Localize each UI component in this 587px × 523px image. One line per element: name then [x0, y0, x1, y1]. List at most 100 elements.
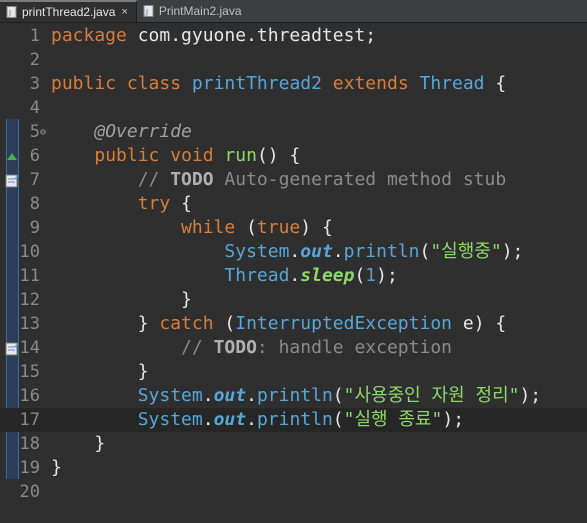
line-number: 18	[19, 434, 40, 454]
tab-printthread2-java[interactable]: J printThread2.java ×	[0, 0, 137, 22]
line-number: 13	[19, 314, 40, 334]
code-token: //	[137, 169, 171, 190]
code-token: .	[202, 409, 214, 430]
line-number: 19	[19, 458, 40, 478]
line-number: 7	[29, 170, 40, 190]
code-text: public class printThread2 extends Thread…	[51, 72, 506, 96]
code-line[interactable]: 13 } catch (InterruptedException e) {	[0, 312, 587, 336]
code-text: System.out.println("사용중인 자원 정리");	[51, 384, 541, 408]
override-triangle-icon[interactable]	[5, 149, 19, 163]
line-number: 1	[29, 26, 40, 46]
code-token: (	[213, 313, 236, 334]
code-text: System.out.println("실행 종료");	[51, 408, 464, 432]
code-token: out	[213, 409, 247, 430]
code-token: Thread	[419, 73, 485, 94]
code-line[interactable]: 1 package com.gyuone.threadtest;	[0, 24, 587, 48]
editor-tab-bar: J printThread2.java × J PrintMain2.java	[0, 0, 587, 23]
code-text: System.out.println("실행중");	[51, 240, 523, 264]
code-line[interactable]: 12 }	[0, 288, 587, 312]
code-token: System	[137, 385, 203, 406]
code-line[interactable]: 11 Thread.sleep(1);	[0, 264, 587, 288]
code-line[interactable]: 17 System.out.println("실행 종료");	[0, 408, 587, 432]
code-line[interactable]: 4	[0, 96, 587, 120]
code-text: Thread.sleep(1);	[51, 264, 397, 288]
code-line[interactable]: 5 ⊖ @Override	[0, 120, 587, 144]
close-tab-icon[interactable]: ×	[121, 6, 127, 18]
code-token: //	[181, 337, 214, 358]
code-token: System	[224, 241, 290, 262]
tab-label: printThread2.java	[22, 5, 116, 19]
code-token: out	[213, 385, 247, 406]
code-editor[interactable]: 1 package com.gyuone.threadtest; 2 3 public …	[0, 23, 587, 523]
code-token: try	[137, 193, 171, 214]
code-text: try {	[51, 192, 192, 216]
code-line[interactable]: 18 }	[0, 432, 587, 456]
code-text: }	[51, 288, 192, 312]
code-token: .	[289, 265, 301, 286]
code-token: Thread	[224, 265, 290, 286]
code-token: {	[484, 73, 507, 94]
line-number: 10	[19, 242, 40, 262]
code-text: while (true) {	[51, 216, 333, 240]
line-number: 2	[29, 50, 40, 70]
code-text: } catch (InterruptedException e) {	[51, 312, 507, 336]
code-token: public	[51, 73, 117, 94]
code-token: void	[170, 145, 214, 166]
code-token: while	[181, 217, 236, 238]
code-token: (	[419, 241, 431, 262]
task-marker-icon[interactable]	[5, 173, 19, 188]
line-number: 9	[29, 218, 40, 238]
fold-toggle-icon[interactable]: ⊖	[40, 121, 46, 145]
code-line[interactable]: 2	[0, 48, 587, 72]
code-line[interactable]: 10 System.out.println("실행중");	[0, 240, 587, 264]
code-text: @Override	[51, 120, 192, 144]
code-token: }	[51, 313, 160, 334]
code-line[interactable]: 7 // TODO Auto-generated method stub	[0, 168, 587, 192]
code-token: (	[235, 217, 257, 238]
code-token: : handle exception	[256, 337, 452, 358]
code-token: .	[289, 241, 301, 262]
code-token: true	[256, 217, 301, 238]
code-text: // TODO: handle exception	[51, 336, 452, 360]
code-line[interactable]: 20	[0, 480, 587, 504]
code-token: }	[51, 289, 192, 310]
code-line[interactable]: 14 // TODO: handle exception	[0, 336, 587, 360]
code-token: Auto-generated method stub	[213, 169, 507, 190]
line-number: 6	[29, 146, 40, 166]
code-token: package	[51, 25, 127, 46]
code-line[interactable]: 9 while (true) {	[0, 216, 587, 240]
code-token: class	[126, 73, 182, 94]
line-number: 16	[19, 386, 40, 406]
code-token: ) {	[473, 313, 507, 334]
code-text: }	[51, 456, 62, 480]
code-token: .	[246, 385, 257, 406]
code-token: TODO	[170, 169, 214, 190]
code-text: public void run() {	[51, 144, 300, 168]
code-token: printThread2	[191, 73, 322, 94]
line-number: 17	[19, 410, 40, 430]
code-token: System	[137, 409, 203, 430]
code-line[interactable]: 15 }	[0, 360, 587, 384]
code-line[interactable]: 8 try {	[0, 192, 587, 216]
code-line[interactable]: 3 public class printThread2 extends Threa…	[0, 72, 587, 96]
code-token: );	[442, 409, 465, 430]
code-line[interactable]: 6 public void run() {	[0, 144, 587, 168]
code-token: );	[501, 241, 524, 262]
code-token: e	[462, 313, 474, 334]
code-token: ) {	[300, 217, 333, 238]
code-line[interactable]: 19}	[0, 456, 587, 480]
code-line[interactable]: 16 System.out.println("사용중인 자원 정리");	[0, 384, 587, 408]
code-token: InterruptedException	[235, 313, 452, 334]
task-marker-icon[interactable]	[5, 341, 19, 356]
tab-printmain2-java[interactable]: J PrintMain2.java	[137, 0, 250, 22]
